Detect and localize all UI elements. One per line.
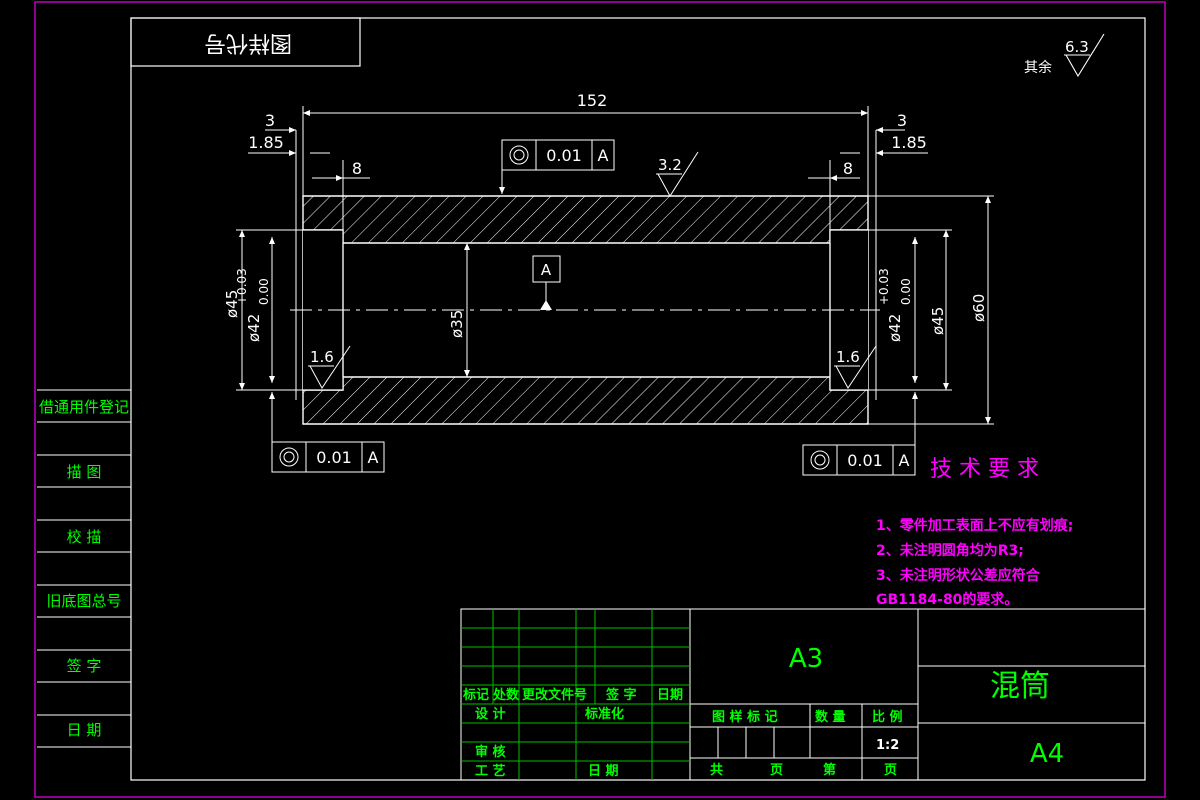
- tech-req-item-1: 1、零件加工表面上不应有划痕;: [876, 517, 1073, 534]
- side-row-1: 借通用件登记: [39, 398, 129, 416]
- label-quantity: 数 量: [815, 709, 846, 725]
- title-block-main: A3 混筒 A4: [789, 644, 1064, 769]
- tol-bottom-left-value: 0.01: [316, 448, 352, 467]
- general-roughness-symbol: 其余 6.3: [1024, 33, 1105, 78]
- roughness-other-value: 6.3: [1065, 38, 1089, 56]
- roughness-left-value: 1.6: [310, 348, 334, 366]
- tol-bottom-right-datum: A: [899, 451, 910, 470]
- tolerance-frame-top: 0.01 A: [499, 139, 615, 194]
- dim-tol-upper-right: +0.03: [877, 268, 891, 305]
- roughness-top: 3.2: [656, 151, 699, 197]
- label-total: 共: [710, 762, 723, 778]
- dim-dia-35: ø35: [448, 310, 466, 338]
- dim-left-recess: 8: [352, 159, 362, 178]
- part-section-view: [290, 130, 880, 425]
- label-drawing-mark: 图 样 标 记: [712, 709, 778, 725]
- wall-top: [303, 196, 868, 243]
- format-a4: A4: [1030, 739, 1064, 769]
- drawing-number-label: 图样代号: [204, 30, 292, 55]
- side-table: [37, 389, 131, 748]
- value-scale: 1:2: [876, 738, 899, 753]
- technical-requirements: 技 术 要 求 1、零件加工表面上不应有划痕; 2、未注明圆角均为R3; 3、未…: [876, 457, 1073, 608]
- label-scale: 比 例: [872, 709, 903, 725]
- dim-left-offset: 1.85: [248, 133, 284, 152]
- tol-top-value: 0.01: [546, 146, 582, 165]
- rev-header-count: 处数: [492, 687, 520, 703]
- tol-top-datum: A: [598, 146, 609, 165]
- side-row-2: 描 图: [67, 463, 102, 481]
- side-table-labels: 借通用件登记 描 图 校 描 旧底图总号 签 字 日 期: [39, 398, 129, 739]
- horizontal-dimension-labels: 152 3 1.85 8 3 1.85 8: [248, 91, 927, 178]
- side-row-3: 校 描: [67, 528, 102, 546]
- side-row-5: 签 字: [67, 657, 102, 675]
- rev-header-doc: 更改文件号: [522, 687, 587, 703]
- label-total-unit: 页: [770, 763, 783, 778]
- tech-req-title: 技 术 要 求: [930, 457, 1039, 482]
- label-design: 设 计: [475, 706, 506, 722]
- datum-a-label: A: [541, 261, 552, 279]
- side-row-6: 日 期: [67, 721, 102, 739]
- tech-req-item-2: 2、未注明圆角均为R3;: [876, 542, 1024, 559]
- label-review: 审 核: [475, 744, 506, 760]
- label-sheet-unit: 页: [884, 763, 897, 778]
- concentricity-icon: [279, 447, 299, 467]
- dim-dia-60: ø60: [970, 294, 988, 322]
- dim-left-step: 3: [265, 111, 275, 130]
- rev-header-date: 日期: [657, 688, 683, 703]
- dim-dia-45-right: ø45: [929, 307, 947, 335]
- dim-tol-upper-left: +0.03: [235, 268, 249, 305]
- dim-right-recess: 8: [843, 159, 853, 178]
- tech-req-item-4: GB1184-80的要求。: [876, 591, 1018, 608]
- title-block-labels: 标记 处数 更改文件号 签 字 日期 设 计 标准化 审 核 工 艺 日 期 图…: [462, 687, 903, 779]
- dim-tol-lower-right: 0.00: [899, 278, 913, 305]
- dim-tol-lower-left: 0.00: [257, 278, 271, 305]
- dim-overall-length: 152: [577, 91, 608, 110]
- rev-header-mark: 标记: [462, 687, 489, 703]
- dim-right-offset: 1.85: [891, 133, 927, 152]
- format-a3: A3: [789, 644, 823, 674]
- engineering-drawing: 图样代号 其余 6.3 152 3 1.85 8 3 1.85 8 0.01 A…: [34, 1, 1166, 798]
- rev-header-sign: 签 字: [605, 687, 637, 703]
- side-row-4: 旧底图总号: [46, 592, 121, 610]
- concentricity-icon: [810, 450, 830, 470]
- concentricity-icon: [509, 145, 529, 165]
- part-name: 混筒: [990, 669, 1050, 704]
- dim-dia-42-right: ø42: [886, 314, 904, 342]
- label-date: 日 期: [588, 764, 619, 779]
- drawing-number-box: 图样代号: [130, 17, 361, 67]
- tech-req-item-3: 3、未注明形状公差应符合: [876, 567, 1041, 584]
- roughness-top-value: 3.2: [658, 156, 682, 174]
- label-standardize: 标准化: [584, 706, 624, 722]
- tol-bottom-right-value: 0.01: [847, 451, 883, 470]
- wall-bottom: [303, 377, 868, 424]
- dim-dia-42-left: ø42: [245, 314, 263, 342]
- roughness-right-value: 1.6: [836, 348, 860, 366]
- tol-bottom-left-datum: A: [368, 448, 379, 467]
- label-process: 工 艺: [475, 763, 506, 779]
- label-sheet: 第: [823, 762, 836, 778]
- roughness-other-label: 其余: [1024, 59, 1052, 76]
- dim-right-step: 3: [897, 111, 907, 130]
